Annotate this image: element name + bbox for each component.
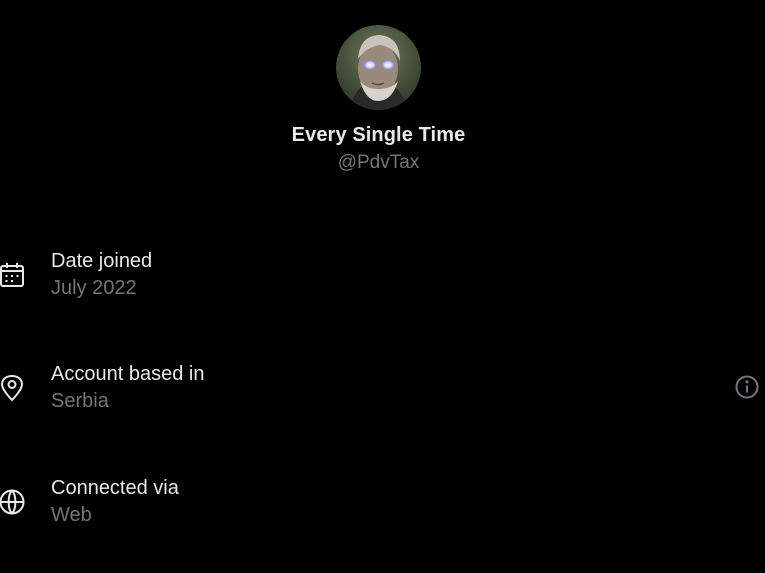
connected-via-row: Connected via Web <box>0 475 765 535</box>
connected-via-label: Connected via <box>51 477 179 499</box>
connected-via-value: Web <box>51 504 92 526</box>
account-based-in-value: Serbia <box>51 390 109 412</box>
account-based-in-label: Account based in <box>51 363 205 385</box>
connected-via-text: Connected via Web <box>51 475 179 529</box>
date-joined-text: Date joined July 2022 <box>51 248 152 302</box>
account-info-page: Every Single Time @PdvTax Date joined Ju… <box>0 0 765 573</box>
account-based-in-text: Account based in Serbia <box>51 361 204 415</box>
date-joined-row: Date joined July 2022 <box>0 248 765 308</box>
info-icon[interactable] <box>734 374 760 400</box>
username-handle: @PdvTax <box>337 152 420 173</box>
avatar[interactable] <box>336 25 421 110</box>
account-based-in-row: Account based in Serbia <box>0 361 765 421</box>
location-pin-icon <box>0 374 26 402</box>
calendar-icon <box>0 261 26 289</box>
avatar-image <box>336 25 421 110</box>
display-name: Every Single Time <box>291 124 466 146</box>
date-joined-value: July 2022 <box>51 277 137 299</box>
globe-icon <box>0 488 26 516</box>
date-joined-label: Date joined <box>51 250 153 272</box>
